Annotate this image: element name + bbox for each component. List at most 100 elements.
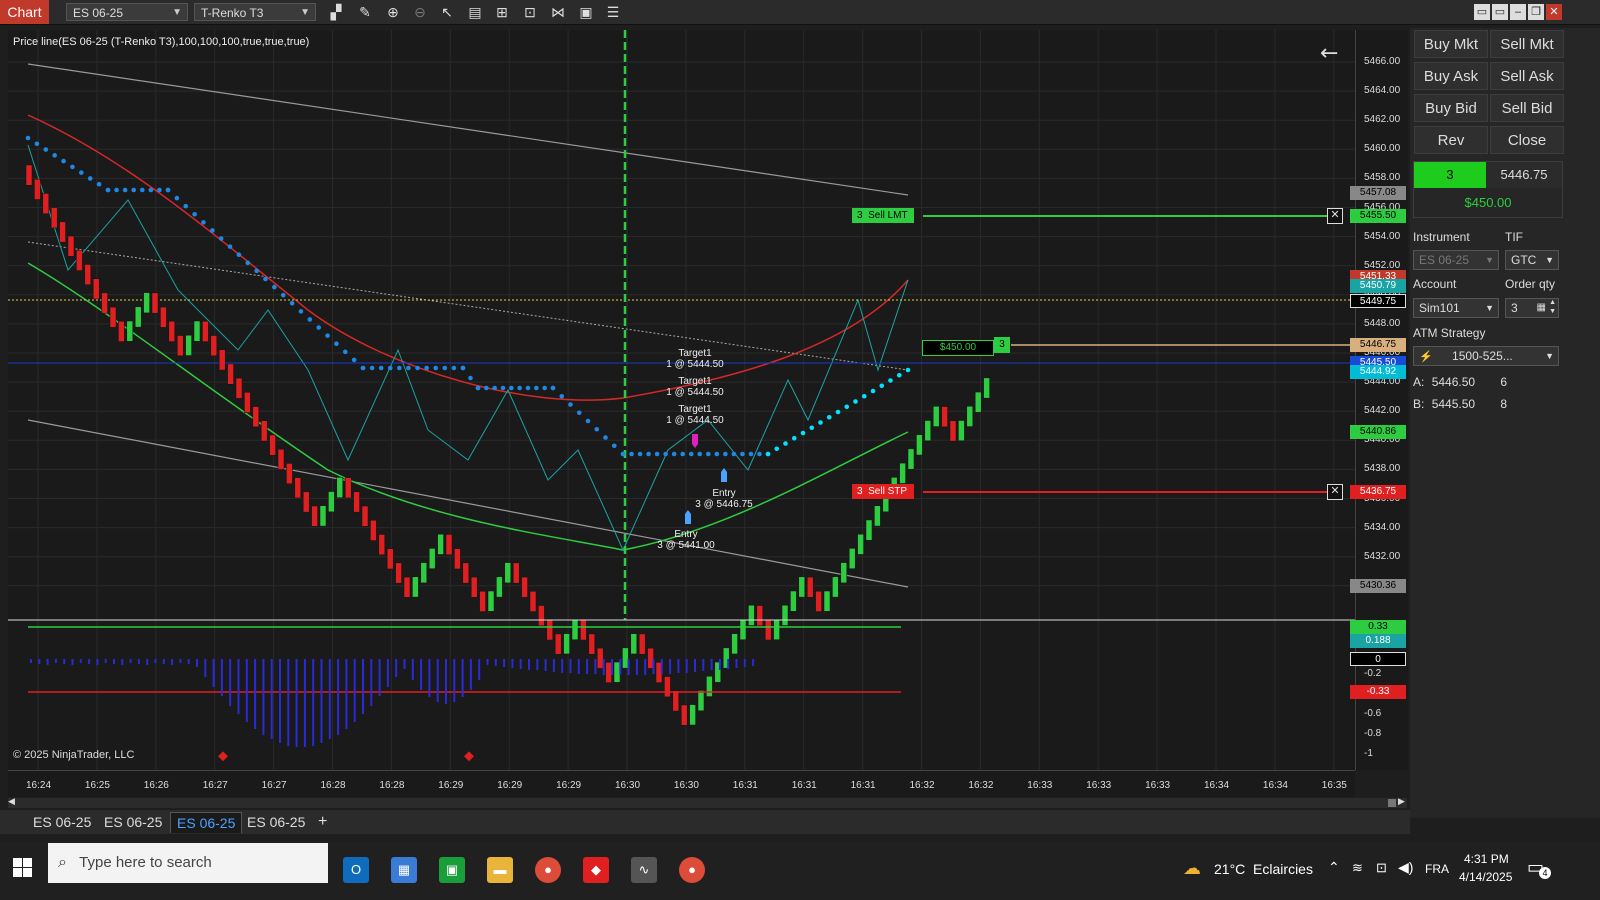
trail-dot — [576, 410, 582, 416]
trail-dot — [844, 404, 850, 410]
trail-dot — [905, 367, 911, 373]
buy-ask-button[interactable]: Buy Ask — [1414, 62, 1488, 90]
zoom-in-icon[interactable]: ⊕ — [384, 3, 402, 21]
outlook-icon[interactable]: O — [343, 857, 369, 883]
reverse-button[interactable]: Rev — [1414, 126, 1488, 154]
renko-brick — [798, 576, 806, 598]
add-tab-icon[interactable]: + — [312, 812, 333, 832]
chart-trader-icon[interactable]: ▣ — [577, 3, 595, 21]
price-axis[interactable]: 5466.00 5464.00 5462.00 5460.00 5458.00 5456.… — [1350, 30, 1408, 770]
tray-icon[interactable]: ⊡ — [1376, 860, 1387, 876]
taskbar-search-input[interactable]: ⌕ Type here to search — [48, 843, 328, 883]
entry-annotation: Entry 3 @ 5441.00 — [650, 529, 722, 551]
atm-strategy-select[interactable]: ⚡ 1500-525... ▼ — [1413, 346, 1559, 366]
osc-bar — [611, 659, 613, 675]
osc-bar — [196, 659, 198, 667]
strategies-icon[interactable]: ⋈ — [549, 3, 567, 21]
sell-mkt-button[interactable]: Sell Mkt — [1490, 30, 1564, 58]
osc-bar — [594, 659, 597, 674]
renko-brick — [504, 562, 512, 584]
osc-bar — [104, 659, 107, 663]
trail-dot — [688, 451, 694, 457]
account-select[interactable]: Sim101 ▼ — [1413, 298, 1499, 318]
stepper-arrows-icon[interactable]: ▲ ▼ — [1549, 298, 1556, 316]
osc-bar — [212, 659, 215, 687]
bar-type-select[interactable]: T-Renko T3 ▼ — [194, 3, 316, 21]
close-button[interactable]: Close — [1490, 126, 1564, 154]
ninjatrader-icon[interactable]: ∿ — [631, 857, 657, 883]
minimize-icon[interactable]: – — [1510, 4, 1526, 20]
clock-time[interactable]: 4:31 PM — [1464, 852, 1509, 866]
price-tick-label: 5448.00 — [1364, 317, 1401, 329]
position-flag[interactable]: $450.00 3 — [922, 337, 1012, 356]
trail-dot — [896, 372, 902, 378]
sell-stp-order-flag[interactable]: 3 Sell STP — [852, 484, 914, 499]
osc-bar — [718, 659, 721, 670]
scroll-thumb[interactable] — [1388, 799, 1396, 807]
data-box-icon[interactable]: ▤ — [466, 3, 484, 21]
drawing-tool-icon[interactable]: ✎ — [356, 3, 374, 21]
osc-bar — [79, 659, 82, 663]
indicators-icon[interactable]: ⊡ — [521, 3, 539, 21]
sell-lmt-order-flag[interactable]: 3 Sell LMT — [852, 208, 914, 223]
tif-label: TIF — [1505, 230, 1523, 244]
calculator-icon[interactable]: ▦ — [1537, 299, 1546, 317]
volume-icon[interactable]: ◀) — [1398, 859, 1413, 876]
time-axis[interactable]: 16:24 16:25 16:26 16:27 16:27 16:28 16:28 16:29… — [8, 770, 1355, 797]
osc-bar — [345, 659, 348, 729]
bar-style-icon[interactable]: ▞ — [327, 3, 345, 21]
instrument-select[interactable]: ES 06-25 ▼ — [66, 3, 188, 21]
chrome-profile-icon[interactable]: ● — [679, 857, 705, 883]
time-tick-label: 16:34 — [1262, 780, 1288, 791]
scroll-right-icon[interactable]: ▶ — [1398, 796, 1405, 807]
window-float-icon[interactable]: ▭ — [1492, 4, 1508, 20]
renko-brick — [277, 448, 285, 470]
properties-icon[interactable]: ☰ — [604, 3, 622, 21]
store-icon[interactable]: ▦ — [391, 857, 417, 883]
osc-bar — [204, 659, 207, 677]
chart-tab-3[interactable]: ES 06-25 — [170, 812, 243, 833]
horizontal-scrollbar[interactable]: ◀ ▶ — [8, 796, 1407, 808]
chrome-icon[interactable]: ● — [535, 857, 561, 883]
maximize-icon[interactable]: ❐ — [1528, 4, 1544, 20]
pointer-icon[interactable]: ↖ — [438, 3, 456, 21]
calculator-app-icon[interactable]: ▣ — [439, 857, 465, 883]
clock-date[interactable]: 4/14/2025 — [1459, 870, 1512, 884]
renko-brick — [235, 377, 243, 399]
cancel-order-icon[interactable]: ✕ — [1327, 208, 1343, 224]
trail-dot — [663, 451, 668, 457]
language-indicator[interactable]: FRA — [1425, 862, 1449, 876]
chart-tab-4[interactable]: ES 06-25 — [241, 812, 311, 832]
chart-tab-1[interactable]: ES 06-25 — [27, 812, 97, 832]
scroll-left-icon[interactable]: ◀ — [8, 796, 15, 807]
close-icon[interactable]: ✕ — [1546, 4, 1562, 20]
anydesk-icon[interactable]: ◆ — [583, 857, 609, 883]
chart-tab-2[interactable]: ES 06-25 — [98, 812, 168, 832]
trail-dot — [585, 418, 591, 424]
weather-text[interactable]: 21°C Eclaircies — [1214, 861, 1313, 877]
network-icon[interactable]: ≋ — [1352, 860, 1363, 876]
osc-bar — [677, 659, 680, 673]
cancel-order-icon[interactable]: ✕ — [1327, 484, 1343, 500]
renko-brick — [76, 250, 83, 271]
buy-bid-button[interactable]: Buy Bid — [1414, 94, 1488, 122]
price-chart[interactable]: ← — [8, 30, 1355, 770]
buy-mkt-button[interactable]: Buy Mkt — [1414, 30, 1488, 58]
zoom-out-icon[interactable]: ⊖ — [411, 3, 429, 21]
windows-start-icon[interactable] — [13, 858, 33, 878]
order-qty-stepper[interactable]: 3 ▦ ▲ ▼ — [1505, 298, 1559, 318]
chart-tab[interactable]: Chart — [0, 0, 49, 24]
renko-brick — [924, 420, 932, 442]
file-explorer-icon[interactable]: ▬ — [487, 857, 513, 883]
chevron-up-icon[interactable]: ⌃ — [1328, 859, 1340, 876]
window-tile-icon[interactable]: ▭ — [1474, 4, 1490, 20]
back-arrow-icon[interactable]: ← — [1320, 41, 1338, 66]
templates-icon[interactable]: ⊞ — [493, 3, 511, 21]
sell-bid-button[interactable]: Sell Bid — [1490, 94, 1564, 122]
tif-select[interactable]: GTC ▼ — [1505, 250, 1559, 270]
sell-ask-button[interactable]: Sell Ask — [1490, 62, 1564, 90]
osc-bar — [536, 659, 539, 670]
trail-dot — [289, 300, 295, 306]
renko-brick — [638, 633, 646, 655]
account-label: Account — [1413, 277, 1457, 291]
